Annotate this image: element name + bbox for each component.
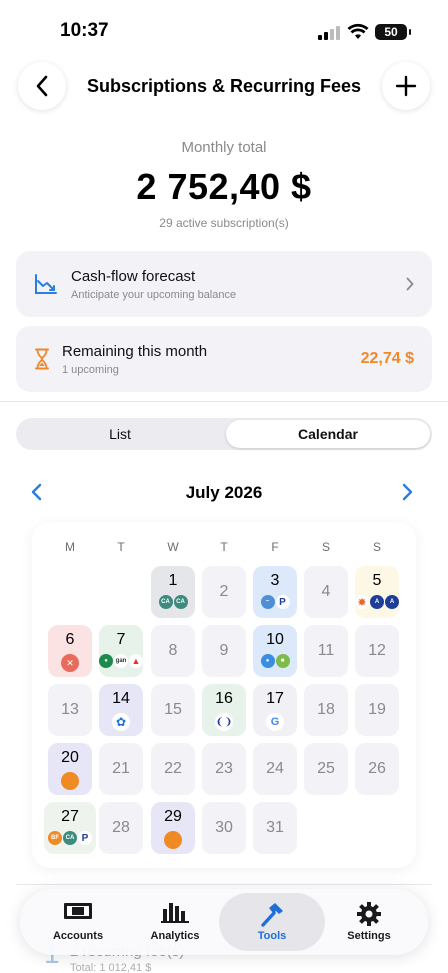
- battery-icon: 50: [375, 24, 411, 40]
- calendar-day-28[interactable]: 28: [99, 802, 143, 854]
- wifi-icon: [347, 23, 369, 39]
- status-time: 10:37: [60, 20, 109, 41]
- weekday-label: M: [65, 540, 75, 554]
- calendar-day-11[interactable]: 11: [304, 625, 348, 677]
- calendar-day-4[interactable]: 4: [304, 566, 348, 618]
- chart-app-logo-icon: ~: [260, 595, 275, 609]
- calendar-day-1[interactable]: 1 CA CA: [151, 566, 195, 618]
- green-logo-icon: ■: [275, 654, 290, 668]
- credit-agricole-logo-icon: CA: [158, 595, 173, 609]
- bank-logo-icon: ●: [99, 654, 113, 668]
- calendar-day-19[interactable]: 19: [355, 684, 399, 736]
- calendar-day-2[interactable]: 2: [202, 566, 246, 618]
- remaining-this-month-card[interactable]: Remaining this month 1 upcoming 22,74 $: [16, 326, 432, 392]
- sun-logo-icon: ✸: [355, 595, 369, 609]
- calendar-day-21[interactable]: 21: [99, 743, 143, 795]
- monthly-total-amount: 2 752,40 $: [136, 166, 312, 207]
- active-subscriptions-count: 29 active subscription(s): [159, 216, 289, 230]
- calendar-day-3[interactable]: 3 ~ P: [253, 566, 297, 618]
- calendar-day-25[interactable]: 25: [304, 743, 348, 795]
- add-subscription-button[interactable]: [382, 62, 430, 110]
- calendar-day-20[interactable]: 20: [48, 743, 92, 795]
- calendar-day-27[interactable]: 27 BF CA P: [44, 802, 96, 854]
- weekday-label: S: [372, 540, 381, 554]
- weekday-label: T: [220, 540, 228, 554]
- calendar-month-title: July 2026: [185, 483, 263, 502]
- tab-bar: Accounts Analytics Tools Settings: [20, 889, 428, 955]
- remaining-title: Remaining this month: [62, 343, 208, 360]
- aprr-logo-icon: A: [370, 595, 384, 609]
- calendar-day-14[interactable]: 14 ✿: [99, 684, 143, 736]
- forecast-title: Cash-flow forecast: [71, 268, 196, 285]
- remaining-amount: 22,74 $: [360, 350, 414, 367]
- calendar-day-26[interactable]: 26: [355, 743, 399, 795]
- google-logo-icon: G: [266, 713, 284, 731]
- calendar-day-23[interactable]: 23: [202, 743, 246, 795]
- restaurant-logo-icon: ✕: [61, 654, 79, 672]
- calendar-day-12[interactable]: 12: [355, 625, 399, 677]
- calendar-day-7[interactable]: 7 ● gan ▲: [99, 625, 143, 677]
- french-gov-logo-icon: ❨❩: [215, 713, 233, 731]
- calendar-day-29[interactable]: 29: [151, 802, 195, 854]
- weekday-label: T: [117, 540, 125, 554]
- paypal-logo-icon: P: [275, 595, 290, 609]
- weekday-label: W: [167, 540, 179, 554]
- banknote-icon: [64, 903, 92, 919]
- bar-chart-icon: [161, 903, 189, 923]
- calendar-day-13[interactable]: 13: [48, 684, 92, 736]
- tab-accounts[interactable]: Accounts: [27, 889, 129, 955]
- cellular-signal-icon: [318, 26, 340, 40]
- remaining-subtitle: 1 upcoming: [62, 364, 119, 376]
- status-bar: 10:37 50: [0, 0, 448, 60]
- water-drop-logo-icon: ●: [260, 654, 275, 668]
- tab-analytics[interactable]: Analytics: [124, 889, 226, 955]
- red-logo-icon: ▲: [129, 654, 143, 668]
- paypal-logo-icon: P: [78, 831, 92, 845]
- monthly-total-label: Monthly total: [181, 139, 267, 156]
- calendar-day-17[interactable]: 17 G: [253, 684, 297, 736]
- tab-settings[interactable]: Settings: [318, 889, 420, 955]
- orange-sun-logo-icon: [164, 831, 182, 849]
- credit-agricole-logo-icon: CA: [63, 831, 77, 845]
- calendar-day-22[interactable]: 22: [151, 743, 195, 795]
- calendar-day-24[interactable]: 24: [253, 743, 297, 795]
- next-month-button[interactable]: [400, 483, 414, 501]
- bouygues-logo-icon: ✿: [112, 713, 130, 731]
- bf-logo-icon: BF: [48, 831, 62, 845]
- credit-agricole-logo-icon: CA: [173, 595, 188, 609]
- trend-down-chart-icon: [35, 274, 57, 294]
- calendar-day-31[interactable]: 31: [253, 802, 297, 854]
- recurring-fees-total: Total: 1 012,41 $: [70, 962, 152, 973]
- calendar-day-8[interactable]: 8: [151, 625, 195, 677]
- calendar-day-30[interactable]: 30: [202, 802, 246, 854]
- segment-list[interactable]: List: [18, 420, 222, 448]
- segment-calendar[interactable]: Calendar: [226, 420, 430, 448]
- forecast-subtitle: Anticipate your upcoming balance: [71, 289, 237, 301]
- aprr-logo-icon: A: [385, 595, 399, 609]
- gear-icon: [357, 902, 381, 926]
- calendar-day-16[interactable]: 16 ❨❩: [202, 684, 246, 736]
- calendar-day-18[interactable]: 18: [304, 684, 348, 736]
- divider: [0, 401, 448, 402]
- view-segmented-control: List Calendar: [16, 418, 432, 450]
- chevron-right-icon: [406, 277, 414, 291]
- weekday-label: F: [271, 540, 279, 554]
- calendar-day-15[interactable]: 15: [151, 684, 195, 736]
- hourglass-icon: [35, 348, 49, 370]
- gan-logo-icon: gan: [114, 654, 128, 668]
- cash-flow-forecast-card[interactable]: Cash-flow forecast Anticipate your upcom…: [16, 251, 432, 317]
- calendar-day-5[interactable]: 5 ✸ A A: [355, 566, 399, 618]
- weekday-label: S: [321, 540, 330, 554]
- tab-tools[interactable]: Tools: [221, 889, 323, 955]
- calendar-day-6[interactable]: 6 ✕: [48, 625, 92, 677]
- page-title: Subscriptions & Recurring Fees: [86, 76, 362, 96]
- calendar-day-10[interactable]: 10 ● ■: [253, 625, 297, 677]
- orange-sun-logo-icon: [61, 772, 79, 790]
- divider: [16, 884, 432, 885]
- hammer-icon: [261, 903, 283, 927]
- plus-icon: [395, 75, 417, 97]
- calendar-day-9[interactable]: 9: [202, 625, 246, 677]
